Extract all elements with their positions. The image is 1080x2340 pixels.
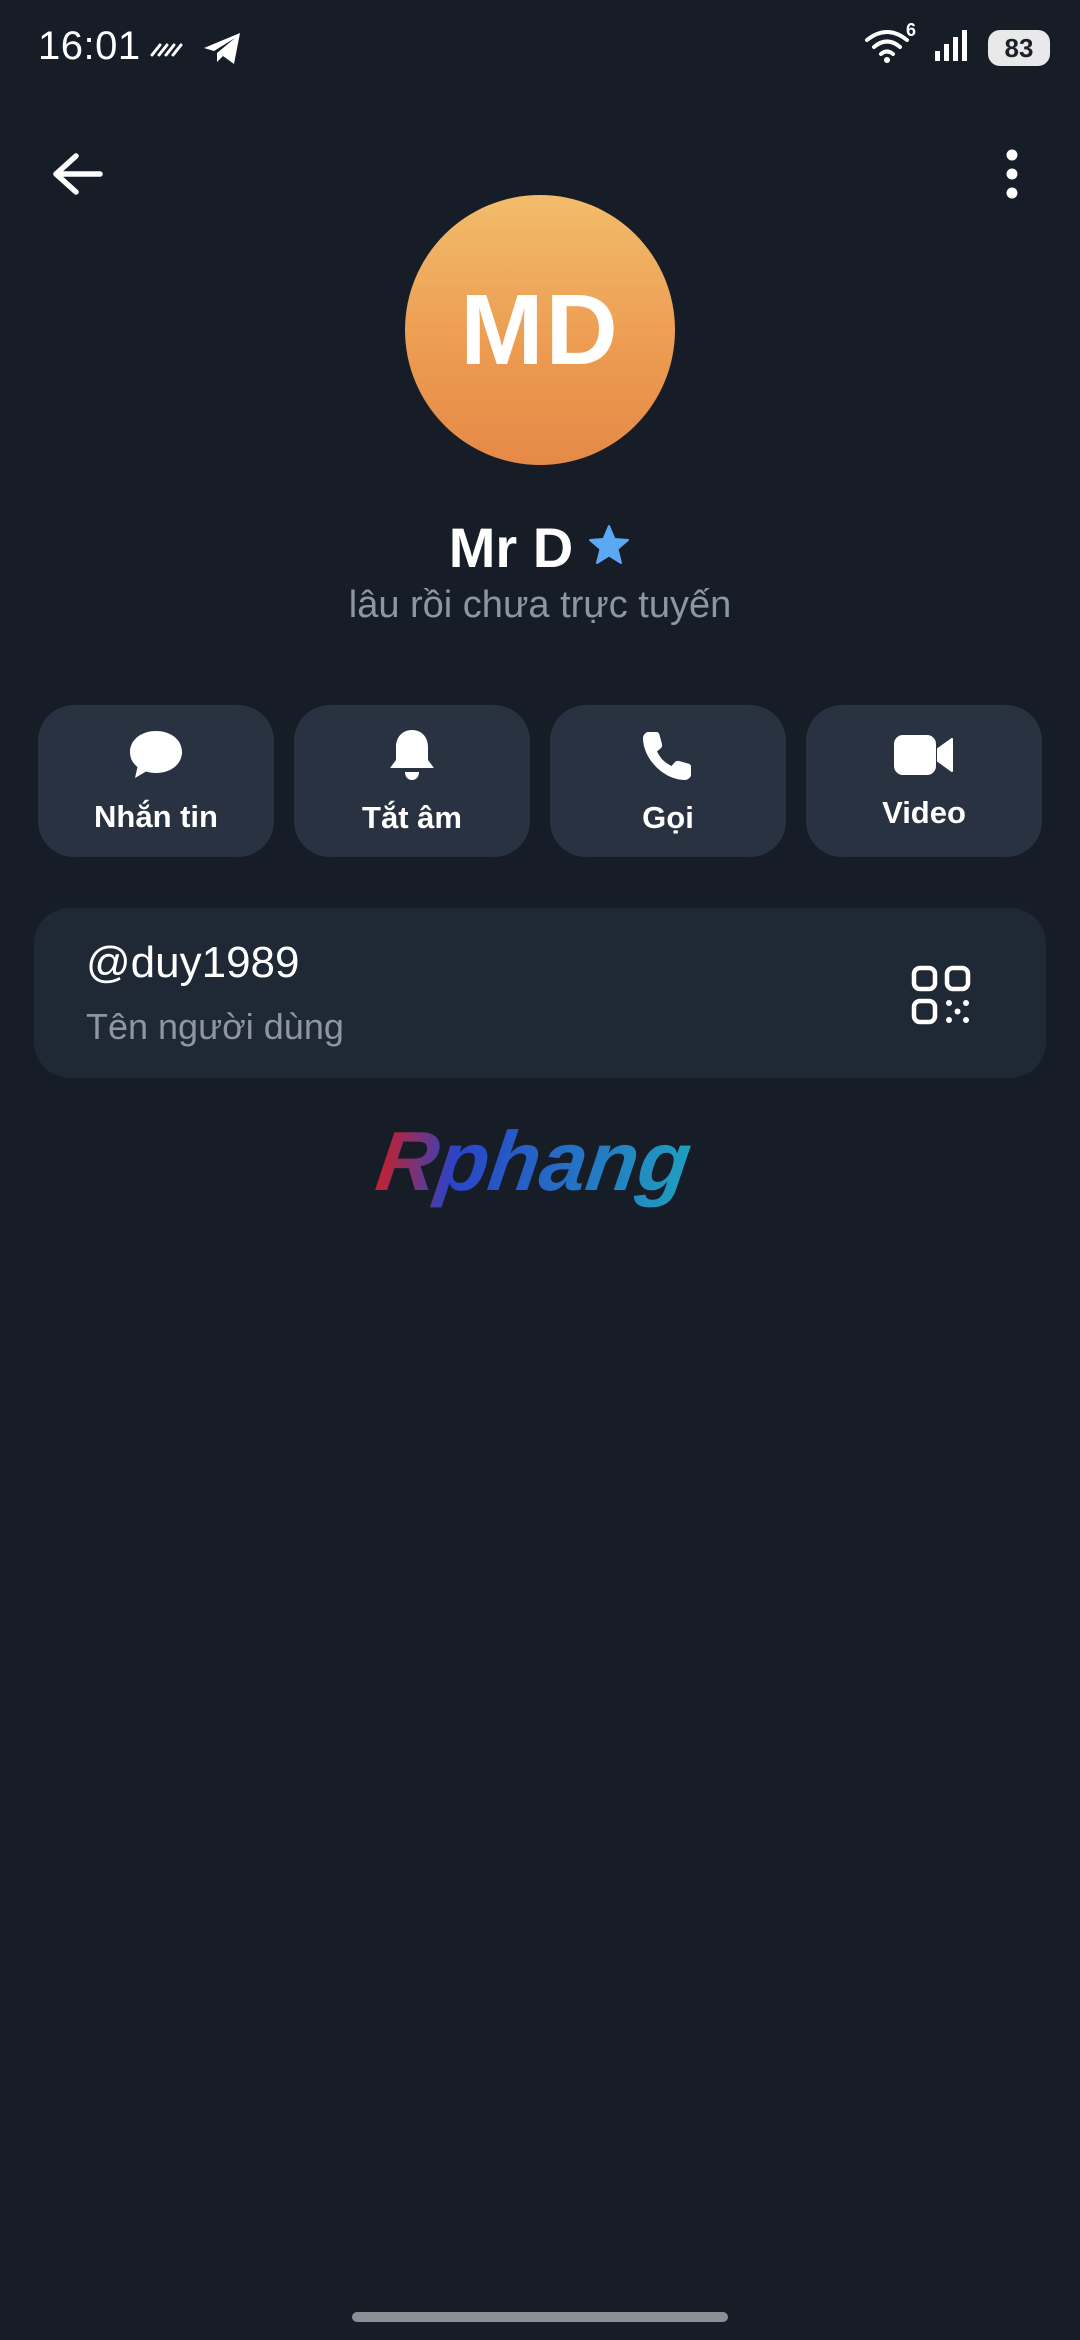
bell-icon — [387, 727, 437, 788]
phone-icon — [640, 727, 696, 788]
message-button[interactable]: Nhắn tin — [38, 705, 274, 857]
watermark-logo: Rphang — [0, 1118, 1080, 1228]
username: @duy1989 — [86, 938, 300, 987]
chat-bubble-icon — [127, 728, 185, 787]
network-label: 6 — [905, 20, 916, 40]
battery-icon: 83 — [988, 30, 1050, 66]
status-icons-left — [150, 30, 244, 73]
watermark-text: Rphang — [371, 1118, 697, 1208]
name-row: Mr D — [0, 515, 1080, 580]
action-buttons: Nhắn tin Tắt âm Gọi Video — [38, 705, 1042, 857]
arrow-left-icon — [50, 150, 106, 203]
contact-name: Mr D — [448, 516, 574, 579]
more-vertical-icon — [1005, 149, 1019, 204]
signal-icon — [934, 29, 970, 68]
telegram-icon — [202, 30, 244, 73]
status-icons-right: 6 83 — [864, 20, 1050, 68]
back-button[interactable] — [42, 146, 114, 206]
avatar-initials: MD — [460, 273, 620, 386]
mute-button[interactable]: Tắt âm — [294, 705, 530, 857]
username-label: Tên người dùng — [86, 1006, 344, 1047]
mute-label: Tắt âm — [362, 799, 462, 835]
message-label: Nhắn tin — [94, 798, 218, 834]
hatched-notification-icon — [150, 39, 184, 64]
call-button[interactable]: Gọi — [550, 705, 786, 857]
qr-code-button[interactable] — [904, 960, 978, 1034]
wifi-icon: 6 — [864, 20, 916, 68]
last-seen-status: lâu rồi chưa trực tuyến — [348, 584, 732, 626]
username-card[interactable]: @duy1989 Tên người dùng — [34, 908, 1046, 1078]
home-indicator[interactable] — [352, 2312, 728, 2322]
video-camera-icon — [892, 732, 956, 783]
star-badge-icon[interactable] — [587, 524, 631, 571]
call-label: Gọi — [642, 799, 694, 835]
status-time: 16:01 — [38, 24, 141, 68]
qr-code-icon — [911, 965, 971, 1030]
video-button[interactable]: Video — [806, 705, 1042, 857]
more-options-button[interactable] — [990, 146, 1034, 206]
video-label: Video — [882, 794, 966, 830]
avatar[interactable]: MD — [405, 195, 675, 465]
